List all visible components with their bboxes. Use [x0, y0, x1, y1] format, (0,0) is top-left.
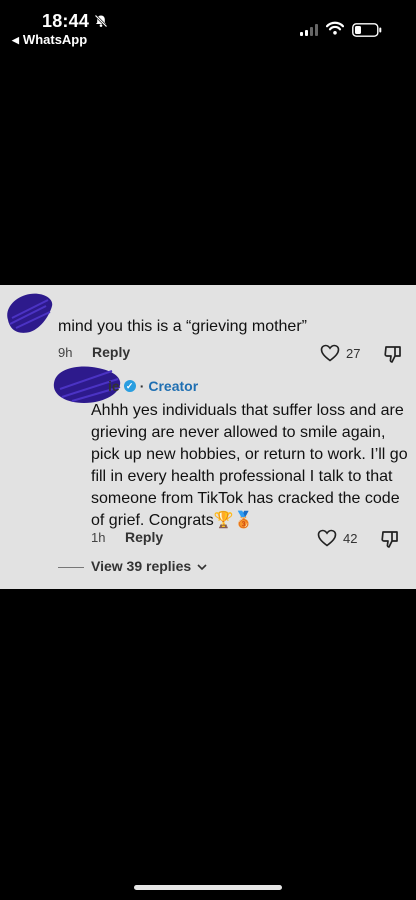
- reply-button[interactable]: Reply: [125, 529, 163, 545]
- wifi-icon: [326, 21, 344, 35]
- heart-icon: [320, 344, 340, 362]
- comment-age: 1h: [91, 530, 106, 545]
- comment-age: 9h: [58, 345, 73, 360]
- like-button[interactable]: 27: [320, 344, 360, 362]
- battery-icon: [352, 23, 382, 37]
- thumbs-down-icon[interactable]: [383, 344, 403, 364]
- chevron-down-icon: [197, 564, 207, 571]
- comment-text: mind you this is a “grieving mother”: [58, 318, 307, 335]
- status-bar: 18:44 ◀ WhatsApp: [0, 0, 416, 50]
- separator: ·: [139, 378, 145, 394]
- comment-author: ie ✓ · Creator: [108, 378, 198, 394]
- avatar: [7, 293, 53, 333]
- view-replies-button[interactable]: View 39 replies: [91, 558, 207, 574]
- clock: 18:44: [42, 11, 90, 31]
- like-button[interactable]: 42: [317, 529, 357, 547]
- like-count: 27: [346, 345, 361, 361]
- back-app-label: WhatsApp: [22, 32, 88, 47]
- thumbs-down-icon[interactable]: [380, 529, 400, 549]
- bell-slash-icon: [94, 14, 108, 28]
- back-triangle-icon: ◀: [12, 35, 19, 45]
- verified-badge-icon: ✓: [123, 380, 136, 392]
- view-replies-label: View 39 replies: [91, 558, 192, 574]
- comment-text: Ahhh yes individuals that suffer loss an…: [91, 402, 408, 529]
- reply-button[interactable]: Reply: [92, 344, 130, 360]
- cellular-signal-icon: [300, 24, 318, 36]
- comment-thread-card: mind you this is a “grieving mother” 9h …: [0, 285, 416, 589]
- author-name: ie: [108, 378, 120, 394]
- like-count: 42: [343, 530, 358, 546]
- divider: [58, 567, 84, 568]
- back-to-app-link[interactable]: ◀ WhatsApp: [12, 32, 87, 47]
- home-indicator[interactable]: [134, 885, 282, 890]
- creator-label: Creator: [148, 378, 199, 394]
- heart-icon: [317, 529, 337, 547]
